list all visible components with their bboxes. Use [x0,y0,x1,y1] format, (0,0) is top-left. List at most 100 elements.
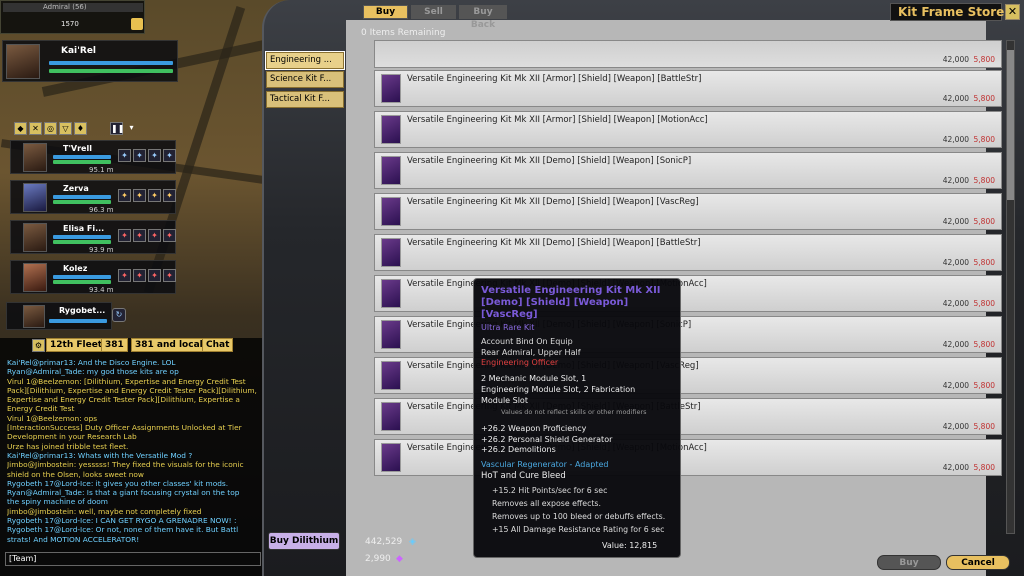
ability-icon[interactable]: ✦ [163,229,176,242]
team-member-frame[interactable]: Rygobet... [6,302,112,330]
store-item-row[interactable]: Versatile Engineering Kit Mk XII [Demo] … [374,398,1002,435]
tooltip-title-line: [VascReg] [481,309,538,320]
chat-input[interactable]: [Team] [5,552,261,566]
tooltip-slots: 2 Mechanic Module Slot, 1 Engineering Mo… [481,373,635,406]
kit-icon [381,402,401,431]
tooltip-slot-line: Module Slot [481,396,528,405]
chat-line: Ryan@Admiral_Tade: Is that a giant focus… [7,488,240,498]
chat-tab-381[interactable]: 381 [101,338,128,352]
ability-icon[interactable]: ✦ [148,149,161,162]
store-item-row[interactable]: Versatile Engineering Kit Mk XII [Demo] … [374,275,1002,312]
team-member-name: Zerva [63,184,89,193]
item-price: 42,000 [942,463,969,472]
ability-icon[interactable]: ✦ [133,229,146,242]
credits-value: 1570 [61,20,79,28]
kit-icon [381,279,401,308]
team-member-portrait [23,263,47,292]
team-member-shield-bar [53,275,111,279]
chat-tab-381-local[interactable]: 381 and local [131,338,207,352]
store-item-row[interactable]: Versatile Engineering Kit Mk XII [Demo] … [374,193,1002,230]
ability-icon[interactable]: ✦ [163,149,176,162]
ability-icon[interactable]: ✦ [163,189,176,202]
team-member-health-bar [53,280,111,284]
store-item-row[interactable]: Versatile Engineering Kit Mk XII [Demo] … [374,357,1002,394]
tooltip-stat-line: +26.2 Demolitions [481,445,556,454]
item-zen-price: 5,800 [973,258,995,267]
refresh-icon[interactable]: ↻ [112,308,126,322]
ability-icon[interactable]: ✦ [148,269,161,282]
close-window-icon[interactable]: ✕ [1005,4,1020,20]
ability-icon[interactable]: ✦ [133,269,146,282]
buy-button[interactable]: Buy [877,555,941,570]
store-item-row[interactable]: Versatile Engineering Kit Mk XII [Demo] … [374,152,1002,189]
category-science[interactable]: Science Kit F... [266,71,344,88]
ability-icon[interactable]: ✦ [118,229,131,242]
tab-buy[interactable]: Buy [363,5,408,19]
item-name: Versatile Engineering Kit Mk XII [Demo] … [407,238,701,248]
ability-icon[interactable]: ✦ [118,189,131,202]
target-icon[interactable]: ◎ [44,122,57,135]
category-engineering[interactable]: Engineering ... [265,51,345,70]
minimap-toggle-icon[interactable] [131,18,143,30]
chat-tab-chat[interactable]: Chat [202,338,234,352]
tooltip-slot-line: Engineering Module Slot, 2 Fabrication [481,385,636,394]
scrollbar-thumb[interactable] [1007,50,1014,200]
item-price: 42,000 [942,340,969,349]
chat-line: Kai'Rel@primar13: Whats with the Versati… [7,450,193,460]
team-icon[interactable]: ◆ [14,122,27,135]
item-zen-price: 5,800 [973,217,995,226]
close-icon[interactable]: ✕ [29,122,42,135]
tooltip-bind: Account Bind On Equip [481,337,573,346]
kit-icon [381,320,401,349]
player-portrait[interactable] [6,44,40,79]
team-member-frame[interactable]: Zerva 96.3 m ✦ ✦ ✦ ✦ [10,180,176,214]
team-member-frame[interactable]: Elisa Fi... 93.9 m ✦ ✦ ✦ ✦ [10,220,176,254]
store-item-row-partial[interactable]: 42,000 5,800 [374,40,1002,68]
ability-icon[interactable]: ✦ [133,149,146,162]
ability-icon[interactable]: ✦ [163,269,176,282]
pause-icon[interactable]: ❚❚ [110,122,124,135]
ability-icon[interactable]: ✦ [133,189,146,202]
team-member-health-bar [53,160,111,164]
team-member-frame[interactable]: Kolez 93.4 m ✦ ✦ ✦ ✦ [10,260,176,294]
buy-dilithium-button[interactable]: Buy Dilithium [268,532,340,550]
store-title: Kit Frame Store [898,5,1005,19]
kit-icon [381,238,401,267]
shield-icon[interactable]: ♦ [74,122,87,135]
filter-icon[interactable]: ▽ [59,122,72,135]
ability-icon[interactable]: ✦ [148,229,161,242]
ability-icon[interactable]: ✦ [148,189,161,202]
tooltip-mod-line: Removes up to 100 bleed or debuffs effec… [492,512,666,521]
store-item-row[interactable]: Versatile Engineering Kit Mk XII [Demo] … [374,439,1002,476]
store-item-row[interactable]: Versatile Engineering Kit Mk XII [Armor]… [374,111,1002,148]
tab-buy-back[interactable]: Buy Back [459,5,507,30]
chat-line: strats! And MOTION ACCELERATOR! [7,534,140,544]
store-item-row[interactable]: Versatile Engineering Kit Mk XII [Armor]… [374,70,1002,107]
chat-tab-fleet[interactable]: 12th Fleet [46,338,107,352]
team-member-frame[interactable]: T'Vrell 95.1 m ✦ ✦ ✦ ✦ [10,140,176,174]
store-item-row[interactable]: Versatile Engineering Kit Mk XII [Demo] … [374,316,1002,353]
category-tactical[interactable]: Tactical Kit F... [266,91,344,108]
cancel-button[interactable]: Cancel [946,555,1010,570]
store-item-row[interactable]: Versatile Engineering Kit Mk XII [Demo] … [374,234,1002,271]
tooltip-mod-lines: +15.2 Hit Points/sec for 6 sec Removes a… [492,484,665,536]
team-member-health-bar [53,200,111,204]
tab-sell[interactable]: Sell [411,5,456,19]
tooltip-value: Value: 12,815 [602,541,658,550]
item-zen-price: 5,800 [973,340,995,349]
chat-line: [InteractionSuccess] Duty Officer Assign… [7,423,242,433]
tooltip-stat-line: +26.2 Weapon Proficiency [481,424,587,433]
item-name: Versatile Engineering Kit Mk XII [Armor]… [407,115,708,125]
item-price: 42,000 [942,422,969,431]
chat-line: Rygobeth 17@Lord-Ice: I CAN GET RYGO A G… [7,516,237,526]
item-price: 42,000 [942,94,969,103]
ability-icon[interactable]: ✦ [118,269,131,282]
ability-icon[interactable]: ✦ [118,149,131,162]
chat-line: Ryan@Admiral_Tade: my god those kits are… [7,367,179,377]
chat-log[interactable]: Kai'Rel@primar13: And the Disco Engine. … [7,358,261,544]
team-member-portrait [23,143,47,172]
zen-icon: ◆ [396,554,403,564]
item-zen-price: 5,800 [973,422,995,431]
chevron-down-icon[interactable]: ▾ [125,122,138,135]
chat-settings-icon[interactable]: ⚙ [32,339,45,352]
